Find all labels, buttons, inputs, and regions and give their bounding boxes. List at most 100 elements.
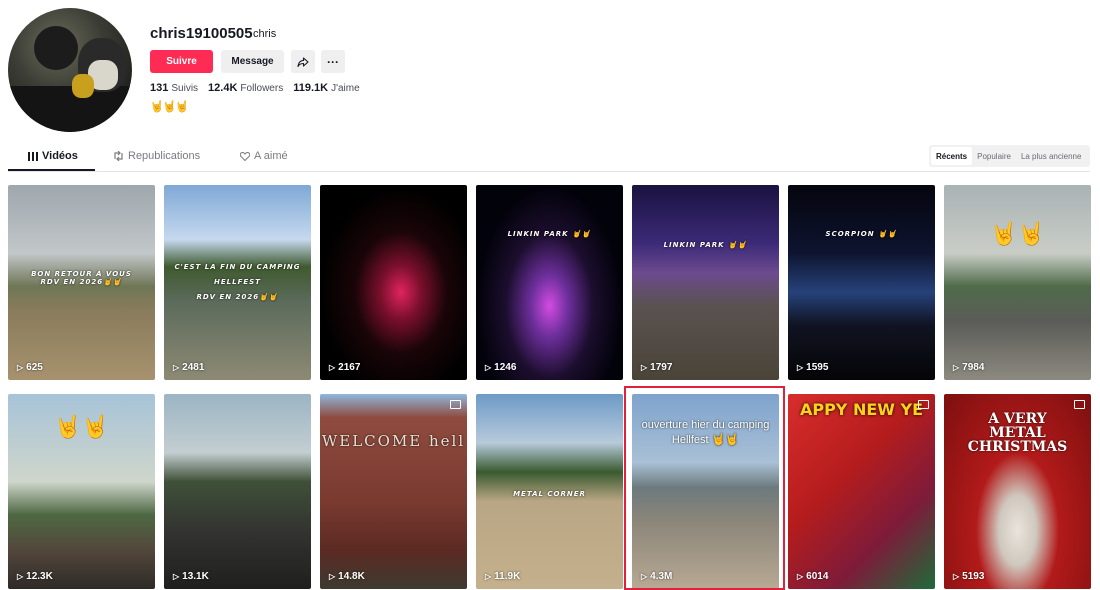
play-icon: ▷: [329, 572, 336, 581]
video-tile[interactable]: A VERY METAL CHRISTMAS ▷ 5193: [944, 394, 1091, 589]
video-caption: LINKIN PARK 🤘🤘: [507, 230, 592, 238]
tab-label: A aimé: [254, 150, 288, 162]
follow-button[interactable]: Suivre: [150, 50, 213, 73]
view-count: 2481: [182, 362, 205, 373]
message-button[interactable]: Message: [221, 50, 284, 73]
video-caption: WELCOME hell: [321, 432, 466, 450]
video-tile[interactable]: WELCOME hell ▷ 14.8K: [320, 394, 467, 589]
gallery-icon: [450, 400, 461, 409]
view-count: 6014: [806, 571, 829, 582]
view-count: 1595: [806, 362, 829, 373]
likes-label: J'aime: [331, 83, 360, 94]
sort-toggle: Récents Populaire La plus ancienne: [929, 145, 1090, 167]
avatar-figure: [8, 86, 132, 132]
video-tile[interactable]: LINKIN PARK 🤘🤘 ▷ 1246: [476, 185, 623, 380]
view-count: 1246: [494, 362, 517, 373]
video-tile[interactable]: ▷ 2167: [320, 185, 467, 380]
play-icon: ▷: [173, 363, 180, 372]
play-icon: ▷: [641, 363, 648, 372]
video-tile[interactable]: C'EST LA FIN DU CAMPING HELLFEST RDV EN …: [164, 185, 311, 380]
gallery-icon: [918, 400, 929, 409]
profile-bio: 🤘🤘🤘: [150, 101, 189, 113]
play-icon: ▷: [797, 572, 804, 581]
play-icon: ▷: [17, 363, 24, 372]
view-count: 13.1K: [182, 571, 209, 582]
share-icon: [297, 56, 309, 67]
tab-label: Vidéos: [42, 150, 78, 162]
video-tile[interactable]: BON RETOUR À VOUS RDV EN 2026🤘🤘 ▷ 625: [8, 185, 155, 380]
video-views: ▷ 1246: [485, 362, 516, 373]
video-tile[interactable]: 🤘🤘 ▷ 12.3K: [8, 394, 155, 589]
tab-label: Republications: [128, 150, 201, 162]
view-count: 12.3K: [26, 571, 53, 582]
sort-option-oldest[interactable]: La plus ancienne: [1016, 147, 1087, 165]
video-tile[interactable]: LINKIN PARK 🤘🤘 ▷ 1797: [632, 185, 779, 380]
video-caption: 🤘🤘: [990, 221, 1045, 246]
play-icon: ▷: [485, 572, 492, 581]
heart-icon: [240, 151, 250, 161]
video-views: ▷ 1595: [797, 362, 828, 373]
profile-nickname: chris: [253, 28, 277, 40]
tab-videos[interactable]: Vidéos: [28, 150, 78, 162]
video-views: ▷ 7984: [953, 362, 984, 373]
video-views: ▷ 2167: [329, 362, 360, 373]
video-views: ▷ 14.8K: [329, 571, 365, 582]
play-icon: ▷: [173, 572, 180, 581]
video-caption: A VERY METAL CHRISTMAS: [967, 411, 1068, 455]
view-count: 14.8K: [338, 571, 365, 582]
profile-stats: 131 Suivis 12.4K Followers 119.1K J'aime: [150, 82, 360, 94]
active-tab-indicator: [8, 169, 95, 171]
video-caption: 🤘🤘: [54, 414, 109, 439]
video-tile[interactable]: APPY NEW YE ▷ 6014: [788, 394, 935, 589]
video-caption: C'EST LA FIN DU CAMPING HELLFEST RDV EN …: [174, 263, 301, 301]
play-icon: ▷: [17, 572, 24, 581]
view-count: 11.9K: [494, 571, 521, 582]
followers-stat[interactable]: 12.4K Followers: [208, 82, 283, 94]
video-views: ▷ 5193: [953, 571, 984, 582]
following-count: 131: [150, 82, 169, 94]
video-views: ▷ 6014: [797, 571, 828, 582]
video-views: ▷ 12.3K: [17, 571, 53, 582]
tab-republications[interactable]: Republications: [113, 150, 200, 162]
grid-icon: [28, 151, 38, 161]
video-views: ▷ 1797: [641, 362, 672, 373]
gallery-icon: [1074, 400, 1085, 409]
play-icon: ▷: [953, 363, 960, 372]
view-count: 1797: [650, 362, 673, 373]
more-options-button[interactable]: ···: [321, 50, 345, 73]
video-caption: LINKIN PARK 🤘🤘: [663, 241, 748, 249]
view-count: 5193: [962, 571, 985, 582]
video-views: ▷ 2481: [173, 362, 204, 373]
video-caption: BON RETOUR À VOUS RDV EN 2026🤘🤘: [31, 270, 132, 286]
profile-tabs: Vidéos Republications A aimé: [8, 140, 1090, 172]
profile-avatar[interactable]: [8, 8, 132, 132]
video-tile[interactable]: METAL CORNER ▷ 11.9K: [476, 394, 623, 589]
following-label: Suivis: [171, 83, 199, 94]
play-icon: ▷: [953, 572, 960, 581]
play-icon: ▷: [485, 363, 492, 372]
selected-video-highlight: [624, 386, 785, 590]
view-count: 625: [26, 362, 43, 373]
video-caption: APPY NEW YE: [799, 400, 924, 419]
play-icon: ▷: [329, 363, 336, 372]
followers-label: Followers: [240, 83, 284, 94]
sort-option-recent[interactable]: Récents: [931, 147, 973, 165]
video-views: ▷ 11.9K: [485, 571, 520, 582]
likes-stat: 119.1K J'aime: [293, 82, 359, 94]
following-stat[interactable]: 131 Suivis: [150, 82, 198, 94]
video-tile[interactable]: SCORPION 🤘🤘 ▷ 1595: [788, 185, 935, 380]
share-button[interactable]: [291, 50, 315, 73]
sort-option-popular[interactable]: Populaire: [972, 147, 1016, 165]
repost-icon: [114, 151, 123, 161]
followers-count: 12.4K: [208, 82, 238, 94]
tab-liked[interactable]: A aimé: [240, 150, 288, 162]
video-tile[interactable]: 🤘🤘 ▷ 7984: [944, 185, 1091, 380]
video-caption: METAL CORNER: [513, 490, 586, 498]
video-caption: SCORPION 🤘🤘: [825, 230, 898, 238]
view-count: 2167: [338, 362, 361, 373]
video-views: ▷ 625: [17, 362, 43, 373]
avatar-figure: [72, 74, 94, 98]
profile-username: chris19100505: [150, 25, 253, 42]
likes-count: 119.1K: [293, 82, 329, 94]
video-tile[interactable]: ▷ 13.1K: [164, 394, 311, 589]
